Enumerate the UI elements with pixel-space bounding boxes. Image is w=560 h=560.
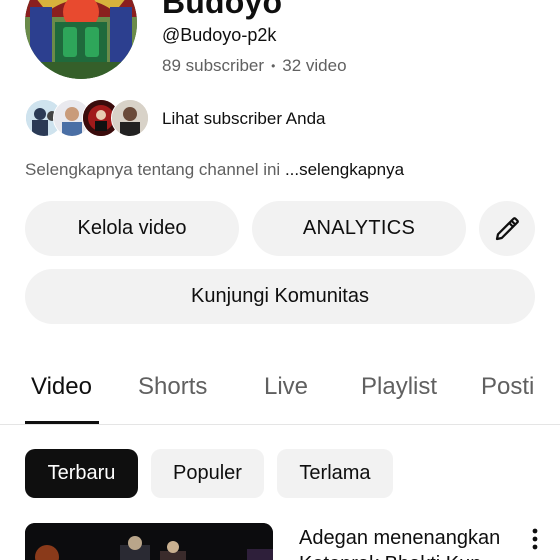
- subscriber-avatars[interactable]: [25, 99, 149, 137]
- tab-posts[interactable]: Posti: [481, 373, 534, 401]
- channel-handle: @Budoyo-p2k: [162, 25, 277, 45]
- manage-videos-button[interactable]: Kelola video: [25, 201, 239, 256]
- tab-live[interactable]: Live: [264, 373, 308, 401]
- channel-page: Budoyo @Budoyo-p2k 89 subscriber • 32 vi…: [0, 0, 560, 560]
- edit-channel-button[interactable]: [479, 201, 535, 256]
- filter-chip-oldest[interactable]: Terlama: [277, 449, 393, 498]
- visit-community-button[interactable]: Kunjungi Komunitas: [25, 269, 535, 324]
- channel-name: Budoyo: [162, 0, 283, 20]
- subscriber-count: 89 subscriber: [162, 56, 265, 75]
- filter-chip-latest[interactable]: Terbaru: [25, 449, 138, 498]
- more-vert-icon: [532, 528, 538, 550]
- filter-chip-popular[interactable]: Populer: [151, 449, 264, 498]
- tab-playlist[interactable]: Playlist: [361, 373, 437, 401]
- tab-video[interactable]: Video: [31, 373, 92, 401]
- channel-avatar[interactable]: [25, 0, 137, 79]
- tab-shorts[interactable]: Shorts: [138, 373, 207, 401]
- more-link[interactable]: ...selengkapnya: [285, 160, 404, 179]
- video-more-button[interactable]: [524, 526, 546, 552]
- active-tab-indicator: [25, 421, 99, 424]
- channel-stats: 89 subscriber • 32 video: [162, 56, 347, 76]
- channel-tabs: Video Shorts Live Playlist Posti: [0, 360, 560, 425]
- analytics-button[interactable]: ANALYTICS: [252, 201, 466, 256]
- video-title[interactable]: Adegan menenangkan Ketoprak Bhakti Kun: [299, 525, 519, 560]
- channel-description[interactable]: Selengkapnya tentang channel ini ...sele…: [25, 160, 404, 180]
- thumbnail-image: [25, 523, 273, 560]
- video-thumbnail[interactable]: [25, 523, 273, 560]
- stats-separator: •: [271, 59, 276, 73]
- pencil-icon: [495, 216, 519, 240]
- subscriber-avatar: [111, 99, 149, 137]
- description-text: Selengkapnya tentang channel ini: [25, 160, 281, 179]
- view-subscribers-link[interactable]: Lihat subscriber Anda: [162, 109, 326, 129]
- video-count: 32 video: [282, 56, 347, 75]
- channel-avatar-art: [25, 0, 137, 79]
